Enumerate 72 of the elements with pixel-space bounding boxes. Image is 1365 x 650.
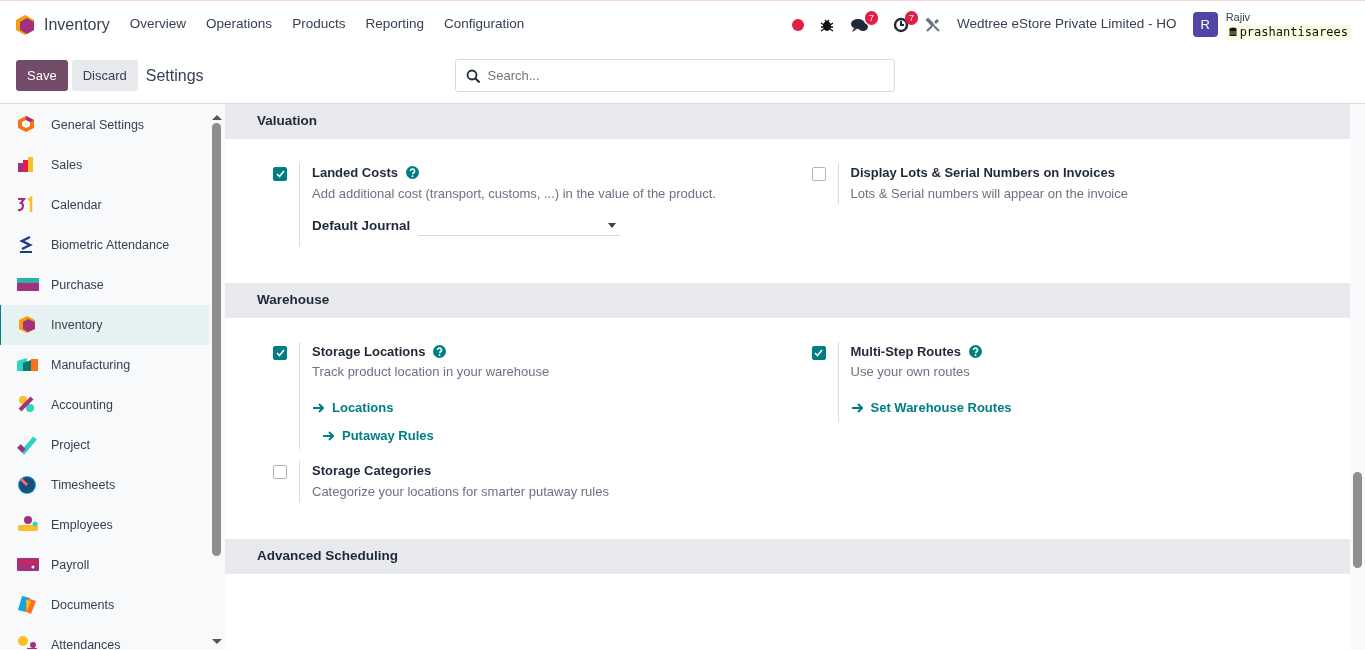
page-title: Settings	[145, 65, 204, 86]
menu-item[interactable]: Configuration	[433, 14, 535, 35]
activity-count: 7	[905, 10, 919, 25]
database-tag: prashantisarees	[1225, 24, 1351, 40]
scroll-down-icon	[210, 637, 224, 647]
checkbox[interactable]	[811, 345, 826, 360]
inventory-logo-icon	[14, 13, 36, 36]
setting-title: Storage Locations	[312, 342, 426, 361]
search-field[interactable]: Search...	[454, 59, 895, 92]
sidebar-item[interactable]: Biometric Attendance	[0, 225, 209, 265]
checkbox[interactable]	[811, 167, 826, 181]
checkbox[interactable]	[273, 345, 287, 360]
app-icon	[17, 435, 39, 455]
setting-description: Categorize your locations for smarter putaway rules	[312, 482, 610, 501]
setting-title: Multi-Step Routes	[850, 342, 961, 361]
setting-title: Display Lots & Serial Numbers on Invoices	[850, 164, 1115, 182]
message-count: 7	[865, 10, 879, 25]
scrollbar-thumb[interactable]	[1353, 472, 1362, 568]
checkbox[interactable]	[273, 167, 287, 181]
sidebar-item[interactable]: Inventory	[0, 305, 209, 345]
tools-icon	[925, 16, 942, 33]
company-name[interactable]: Wedtree eStore Private Limited - HO	[957, 14, 1177, 35]
setting-title: Landed Costs	[312, 164, 398, 182]
section-title: Advanced Scheduling	[225, 538, 1350, 574]
sidebar-item[interactable]: Purchase	[0, 265, 209, 305]
sidebar-item[interactable]: Employees	[0, 505, 209, 545]
menu-item[interactable]: Products	[282, 14, 356, 35]
app-icon	[17, 475, 39, 495]
setting-description: Add additional cost (transport, customs, ...) in the value of the product.	[312, 184, 717, 203]
sidebar-item[interactable]: Project	[0, 425, 209, 465]
arrow-icon	[322, 429, 334, 442]
caret-icon	[608, 222, 617, 228]
app-name[interactable]: Inventory	[44, 12, 110, 37]
setting-link[interactable]: Set Warehouse Routes	[850, 398, 1258, 418]
sidebar-item[interactable]: Timesheets	[0, 465, 209, 505]
setting-description: Lots & Serial numbers will appear on the invoice	[850, 184, 1129, 203]
section-title: Valuation	[225, 104, 1350, 139]
setting-description: Track product location in your warehouse	[312, 363, 551, 382]
section-title: Warehouse	[225, 282, 1350, 318]
menu-item[interactable]: Overview	[119, 14, 197, 35]
database-icon	[1228, 27, 1237, 37]
sidebar-item[interactable]: Manufacturing	[0, 345, 209, 385]
clock-icon	[893, 16, 910, 33]
record-dot-icon	[792, 18, 805, 31]
bug-icon	[820, 17, 835, 32]
discard-button[interactable]: Discard	[71, 59, 138, 92]
search-icon	[465, 69, 480, 83]
save-button[interactable]: Save	[16, 59, 68, 92]
user-avatar[interactable]: R	[1192, 12, 1218, 37]
setting-link[interactable]: Locations	[312, 398, 719, 418]
scroll-up-icon	[210, 112, 224, 122]
sidebar-item[interactable]: Accounting	[0, 385, 209, 425]
arrow-icon	[850, 402, 863, 414]
app-icon	[17, 595, 39, 615]
app-icon	[17, 635, 39, 649]
field-label: Default Journal	[312, 216, 411, 235]
user-name: Rajiv	[1225, 9, 1252, 25]
menu-item[interactable]: Reporting	[355, 14, 434, 35]
setting-link[interactable]: Putaway Rules	[322, 425, 719, 446]
arrow-icon	[312, 402, 324, 414]
sidebar-item[interactable]: Documents	[0, 585, 209, 625]
sidebar-item[interactable]: General Settings	[0, 105, 209, 145]
checkbox[interactable]	[273, 465, 287, 480]
sidebar-item[interactable]: Calendar	[0, 185, 209, 225]
sidebar-item[interactable]: Payroll	[0, 545, 209, 585]
scrollbar-thumb[interactable]	[212, 123, 221, 556]
chat-icon	[850, 16, 870, 33]
menu-item[interactable]: Operations	[196, 14, 283, 35]
sidebar-item[interactable]: Attendances	[0, 625, 209, 649]
setting-title: Storage Categories	[312, 462, 432, 481]
setting-description: Use your own routes	[850, 363, 971, 382]
sidebar-item[interactable]: Sales	[0, 145, 209, 185]
